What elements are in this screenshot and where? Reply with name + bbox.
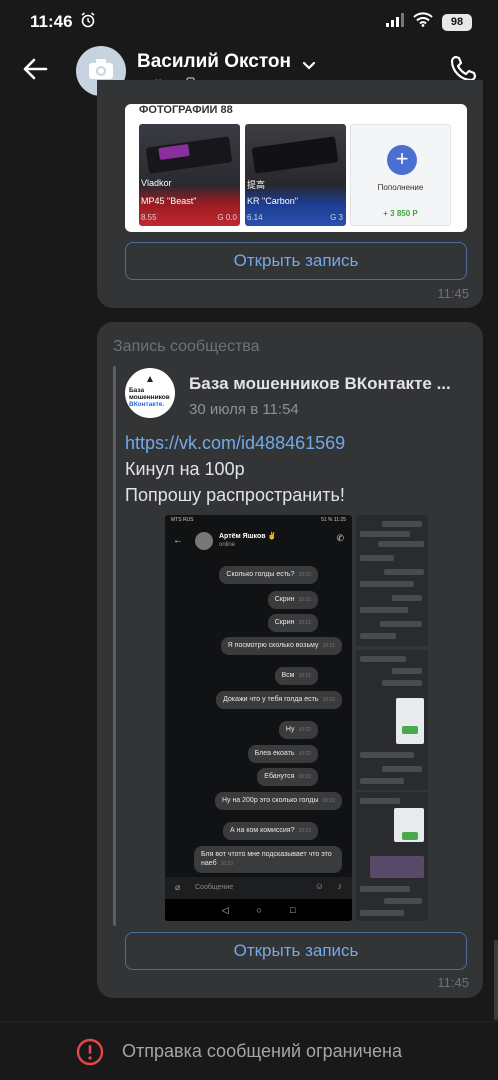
message-bubble-1[interactable]: ФОТОГРАФИИ 88 Vladkor MP45 "Beast" 8.55 … <box>97 80 483 308</box>
wifi-icon <box>413 12 433 32</box>
mini-message: Докажи что у тебя голда есть 10:22 <box>216 691 342 709</box>
mini-phone-icon: ✆ <box>336 533 344 543</box>
mini-message-time: 10:23 <box>298 828 311 834</box>
restriction-text: Отправка сообщений ограничена <box>122 1041 402 1061</box>
post-image-chat-screenshot[interactable]: MTS RUS 51 % 11:25 ← Артём Яшков ✌ onlin… <box>165 515 352 921</box>
post-image-side-2[interactable] <box>356 650 428 790</box>
mini-message: Ебанутся 10:22 <box>257 768 318 786</box>
community-name[interactable]: База мошенников ВКонтакте ... <box>189 374 451 394</box>
thumb-amount: + 3 850 Р <box>383 209 418 218</box>
post-text-line-2: Попрошу распространить! <box>125 485 345 505</box>
mini-nav-bar: ◁ ○ □ <box>165 899 352 921</box>
mini-message: Ну 10:22 <box>278 721 318 739</box>
repost-divider <box>113 366 116 926</box>
mini-message-time: 10:21 <box>298 620 311 626</box>
mini-message: А на ком комиссия? 10:23 <box>223 822 318 840</box>
chevron-down-icon[interactable] <box>302 58 316 76</box>
post-link[interactable]: https://vk.com/id488461569 <box>125 433 345 454</box>
thumb-label: 提高 <box>247 180 266 190</box>
mini-nav-home-icon: ○ <box>256 905 262 915</box>
mini-back-icon: ← <box>173 535 183 546</box>
input-restricted-bar: Отправка сообщений ограничена <box>0 1021 498 1080</box>
mini-message-time: 10:22 <box>298 727 311 733</box>
mini-message-time: 10:23 <box>220 861 234 867</box>
message-time: 11:45 <box>437 286 469 301</box>
open-post-button[interactable]: Открыть запись <box>125 932 467 970</box>
mini-status-right: 51 % 11:25 <box>321 517 346 523</box>
mini-chat-header: ← Артём Яшков ✌ online ✆ <box>165 528 352 554</box>
open-post-button[interactable]: Открыть запись <box>125 242 467 280</box>
message-time: 11:45 <box>437 975 469 990</box>
mini-message-time: 10:22 <box>298 751 311 757</box>
mini-message-time: 10:21 <box>298 597 311 603</box>
mini-attach-icon: ⌀ <box>175 882 181 892</box>
avatar-text: База мошенников ВКонтакте. <box>129 387 170 408</box>
mini-message: Бля вот чтото мне подсказывает что это н… <box>194 846 342 873</box>
mini-input-bar: ⌀ Сообщение ☺ ♪ <box>165 877 352 899</box>
photo-thumb-1[interactable]: Vladkor MP45 "Beast" 8.55 G 0.0 <box>139 124 240 226</box>
mini-emoji-icon: ☺ <box>314 881 324 891</box>
thumb-number: 8.55 <box>141 213 157 222</box>
scrollbar[interactable] <box>494 940 498 1020</box>
alarm-icon <box>80 12 96 33</box>
repost-label: Запись сообщества <box>113 338 260 355</box>
mini-message: Я посмотрю сколько возьму 10:21 <box>220 637 342 655</box>
photo-thumb-2[interactable]: 提高 KR "Carbon" 6.14 G 3 <box>245 124 346 226</box>
contact-name[interactable]: Василий Окстон <box>137 51 291 73</box>
photo-thumb-3[interactable]: + Пополнение + 3 850 Р <box>350 124 451 226</box>
mini-message: Всм 10:21 <box>274 667 318 685</box>
mini-message-time: 10:22 <box>322 798 335 804</box>
battery-indicator: 98 <box>442 13 472 31</box>
mini-message: Ну на 200р это сколько голды 10:22 <box>214 792 342 810</box>
mini-message-time: 10:22 <box>322 697 335 703</box>
mini-message: Скрин 10:21 <box>267 614 318 632</box>
mini-message: Блеа екоать 10:22 <box>247 745 318 763</box>
message-bubble-2[interactable]: Запись сообщества База мошенников ВКонта… <box>97 322 483 998</box>
mini-mic-icon: ♪ <box>337 881 343 891</box>
community-avatar[interactable]: База мошенников ВКонтакте. <box>125 368 175 418</box>
mini-input-placeholder: Сообщение <box>195 884 234 891</box>
mini-nav-back-icon: ◁ <box>221 904 229 915</box>
mini-avatar <box>195 532 213 550</box>
thumb-number: 6.14 <box>247 213 263 222</box>
post-image-side-1[interactable] <box>356 515 428 646</box>
thumb-title: Пополнение <box>377 183 424 192</box>
post-text-line-1: Кинул на 100р <box>125 459 245 479</box>
mini-message-time: 10:22 <box>298 774 311 780</box>
mini-nav-recent-icon: □ <box>289 905 296 915</box>
mini-message-time: 10:21 <box>322 643 335 649</box>
thumb-title: KR "Carbon" <box>247 196 298 206</box>
post-date: 30 июля в 11:54 <box>189 401 299 418</box>
thumb-price: G 0.0 <box>217 213 237 222</box>
mini-message: Сколько голды есть? 10:20 <box>219 566 318 584</box>
back-arrow-icon[interactable] <box>22 58 48 85</box>
post-preview-card[interactable]: ФОТОГРАФИИ 88 Vladkor MP45 "Beast" 8.55 … <box>125 104 467 232</box>
mini-contact-name: Артём Яшков ✌ <box>219 533 277 540</box>
card-heading: ФОТОГРАФИИ 88 <box>139 104 233 116</box>
mini-status: online <box>219 542 236 548</box>
mini-status-left: MTS RUS <box>171 517 194 523</box>
warning-icon <box>76 1038 104 1071</box>
mini-message-time: 10:20 <box>298 572 311 578</box>
mini-message: Скрин 10:21 <box>267 591 318 609</box>
post-image-side-3[interactable] <box>356 792 428 921</box>
plus-icon: + <box>387 145 417 175</box>
signal-icon <box>386 12 404 32</box>
thumb-title: MP45 "Beast" <box>141 196 197 206</box>
status-time: 11:46 <box>30 12 73 31</box>
status-bar: 11:46 98 <box>0 0 498 42</box>
thumb-label: Vladkor <box>141 178 172 188</box>
thumb-price: G 3 <box>330 213 343 222</box>
mini-message-time: 10:21 <box>298 673 311 679</box>
